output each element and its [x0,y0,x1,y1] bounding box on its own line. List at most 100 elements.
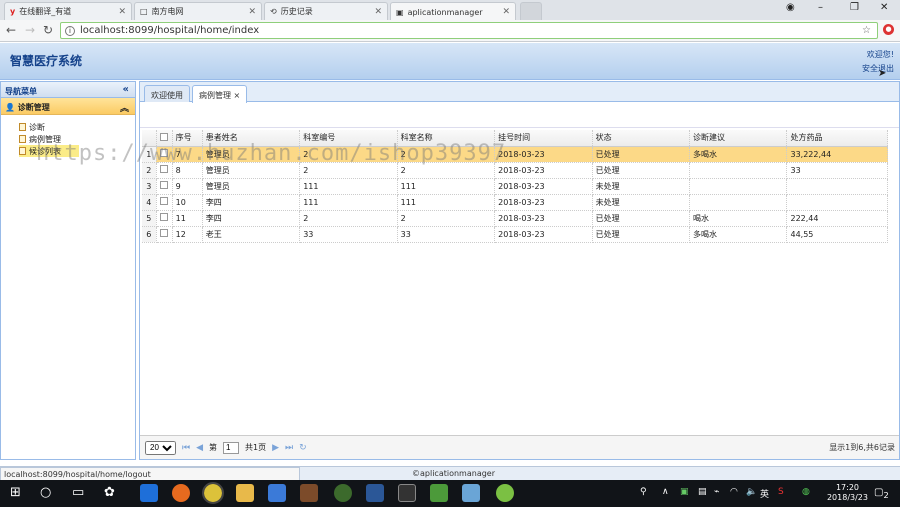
table-cell-dept-no: 33 [299,226,398,243]
col-header[interactable]: 挂号时间 [494,130,593,147]
page-icon: □ [140,7,148,16]
tab-cases[interactable]: 病例管理 × [192,85,248,103]
back-icon[interactable]: ← [6,23,16,37]
search-icon[interactable]: ○ [40,485,51,500]
sidebar-group-diagnosis[interactable]: 👤 诊断管理 ︽ [1,98,135,115]
app-icon[interactable] [496,484,514,502]
tab-label: 在线翻译_有道 [19,7,72,16]
row-checkbox[interactable] [156,194,173,211]
col-header[interactable]: 处方药品 [786,130,888,147]
file-icon [19,123,26,131]
volume-icon[interactable]: 🔈 [746,487,757,497]
row-checkbox[interactable] [156,226,173,243]
wifi-icon[interactable]: ◠ [730,487,738,497]
table-row[interactable]: 3 9 管理员 111 111 2018-03-23 未处理 [142,178,888,195]
table-cell-status: 未处理 [592,194,691,211]
page-total: 共1页 [245,443,267,452]
notification-count: 2 [883,490,889,500]
editor-icon[interactable] [430,484,448,502]
windows-start-icon[interactable]: ⊞ [10,485,21,500]
table-row[interactable]: 4 10 李四 111 111 2018-03-23 未处理 [142,194,888,211]
table-cell-time: 2018-03-23 [494,178,593,195]
browser-tab-youdao[interactable]: y 在线翻译_有道 ✕ [4,2,132,20]
page-size-select[interactable]: 20 [145,440,176,455]
close-icon[interactable]: ✕ [374,7,382,17]
star-icon[interactable]: ☆ [862,25,871,36]
firefox-icon[interactable] [172,484,190,502]
url-input[interactable]: i localhost:8099/hospital/home/index ☆ [60,22,878,39]
new-tab-button[interactable] [520,2,542,20]
info-icon[interactable]: i [65,25,75,36]
mouse-cursor-icon: ➤ [878,68,887,79]
app-icon[interactable] [334,484,352,502]
taskbar: ⊞ ○ ▭ ✿ ⚲ ∧ ▣ ▤ ⌁ ◠ 🔈 英 S ◍ 17:20 2018/3… [0,480,900,507]
table-cell-status: 已处理 [592,226,691,243]
store-icon[interactable] [268,484,286,502]
chevron-up-icon[interactable]: ∧ [662,487,669,497]
tray-app-icon[interactable]: ▣ [680,487,689,497]
close-icon[interactable]: ✕ [118,7,126,17]
browser-tab-power[interactable]: □ 南方电网 ✕ [134,2,262,20]
table-cell-advice [689,162,788,179]
terminal-icon[interactable] [398,484,416,502]
task-view-icon[interactable]: ▭ [72,485,84,500]
tray-s-icon[interactable]: S [778,487,784,497]
edge-icon[interactable] [140,484,158,502]
clock-time: 17:20 [835,483,860,492]
first-page-icon[interactable]: ⏮ [182,443,190,453]
close-icon[interactable]: × [234,91,241,100]
sidebar-group-label: 诊断管理 [17,103,50,112]
usb-icon[interactable]: ⌁ [714,487,719,497]
file-explorer-icon[interactable] [236,484,254,502]
browser-tab-app[interactable]: ▣ aplicationmanager ✕ [390,2,516,21]
next-page-icon[interactable]: ▶ [272,443,279,453]
table-row[interactable]: 6 12 老王 33 33 2018-03-23 已处理 多喝水 44,55 [142,226,888,243]
game-icon[interactable] [300,484,318,502]
table-cell-id: 11 [172,210,203,227]
browser-tab-history[interactable]: ⟲ 历史记录 ✕ [264,2,388,20]
refresh-icon[interactable]: ↻ [299,443,307,453]
minimize-icon[interactable]: – [818,2,823,13]
chrome-icon[interactable] [202,482,224,504]
table-cell-dept-name: 2 [397,210,496,227]
row-number: 6 [142,226,157,243]
last-page-icon[interactable]: ⏭ [285,443,293,453]
window-close-icon[interactable]: ✕ [880,2,888,13]
table-cell-status: 已处理 [592,162,691,179]
collapse-up-icon[interactable]: ︽ [120,101,129,114]
sidebar-title: 导航菜单 [5,87,37,96]
reload-icon[interactable]: ↻ [43,23,53,37]
taskbar-clock[interactable]: 17:20 2018/3/23 [827,483,868,503]
col-header[interactable]: 状态 [592,130,691,147]
status-bar: localhost:8099/hospital/home/logout ©apl… [0,466,900,481]
table-row[interactable]: 5 11 李四 2 2 2018-03-23 已处理 喝水 222,44 [142,210,888,227]
page-number-input[interactable] [223,441,240,454]
row-checkbox[interactable] [156,178,173,195]
app-icon[interactable]: ✿ [104,485,115,500]
welcome-text: 欢迎您! [866,50,894,59]
close-icon[interactable]: ✕ [502,7,510,17]
collapse-left-icon[interactable]: « [123,84,129,95]
prev-page-icon[interactable]: ◀ [196,443,203,453]
extension-icon[interactable]: ● [883,24,894,35]
watermark-text: https://www.huzhan.com/ishop39397 [36,141,507,166]
forward-icon[interactable]: → [25,23,35,37]
user-icon[interactable]: ◉ [786,2,795,13]
maximize-icon[interactable]: ❐ [850,2,859,13]
sidebar-item-diagnosis[interactable]: 诊断 [19,121,135,133]
tab-welcome[interactable]: 欢迎使用 [144,85,190,102]
notification-icon[interactable]: ▢2 [874,487,889,500]
col-header[interactable]: 诊断建议 [689,130,788,147]
table-cell-time: 2018-03-23 [494,194,593,211]
tray-app-icon[interactable]: ▤ [698,487,707,497]
row-checkbox[interactable] [156,210,173,227]
ime-indicator[interactable]: 英 [760,487,769,500]
tray-app-icon[interactable]: ◍ [802,487,810,497]
table-cell-id: 12 [172,226,203,243]
table-cell-advice [689,194,788,211]
app-icon[interactable] [462,484,480,502]
people-icon[interactable]: ⚲ [640,487,647,497]
close-icon[interactable]: ✕ [248,7,256,17]
sidebar-header: 导航菜单 « [1,82,135,98]
word-icon[interactable] [366,484,384,502]
